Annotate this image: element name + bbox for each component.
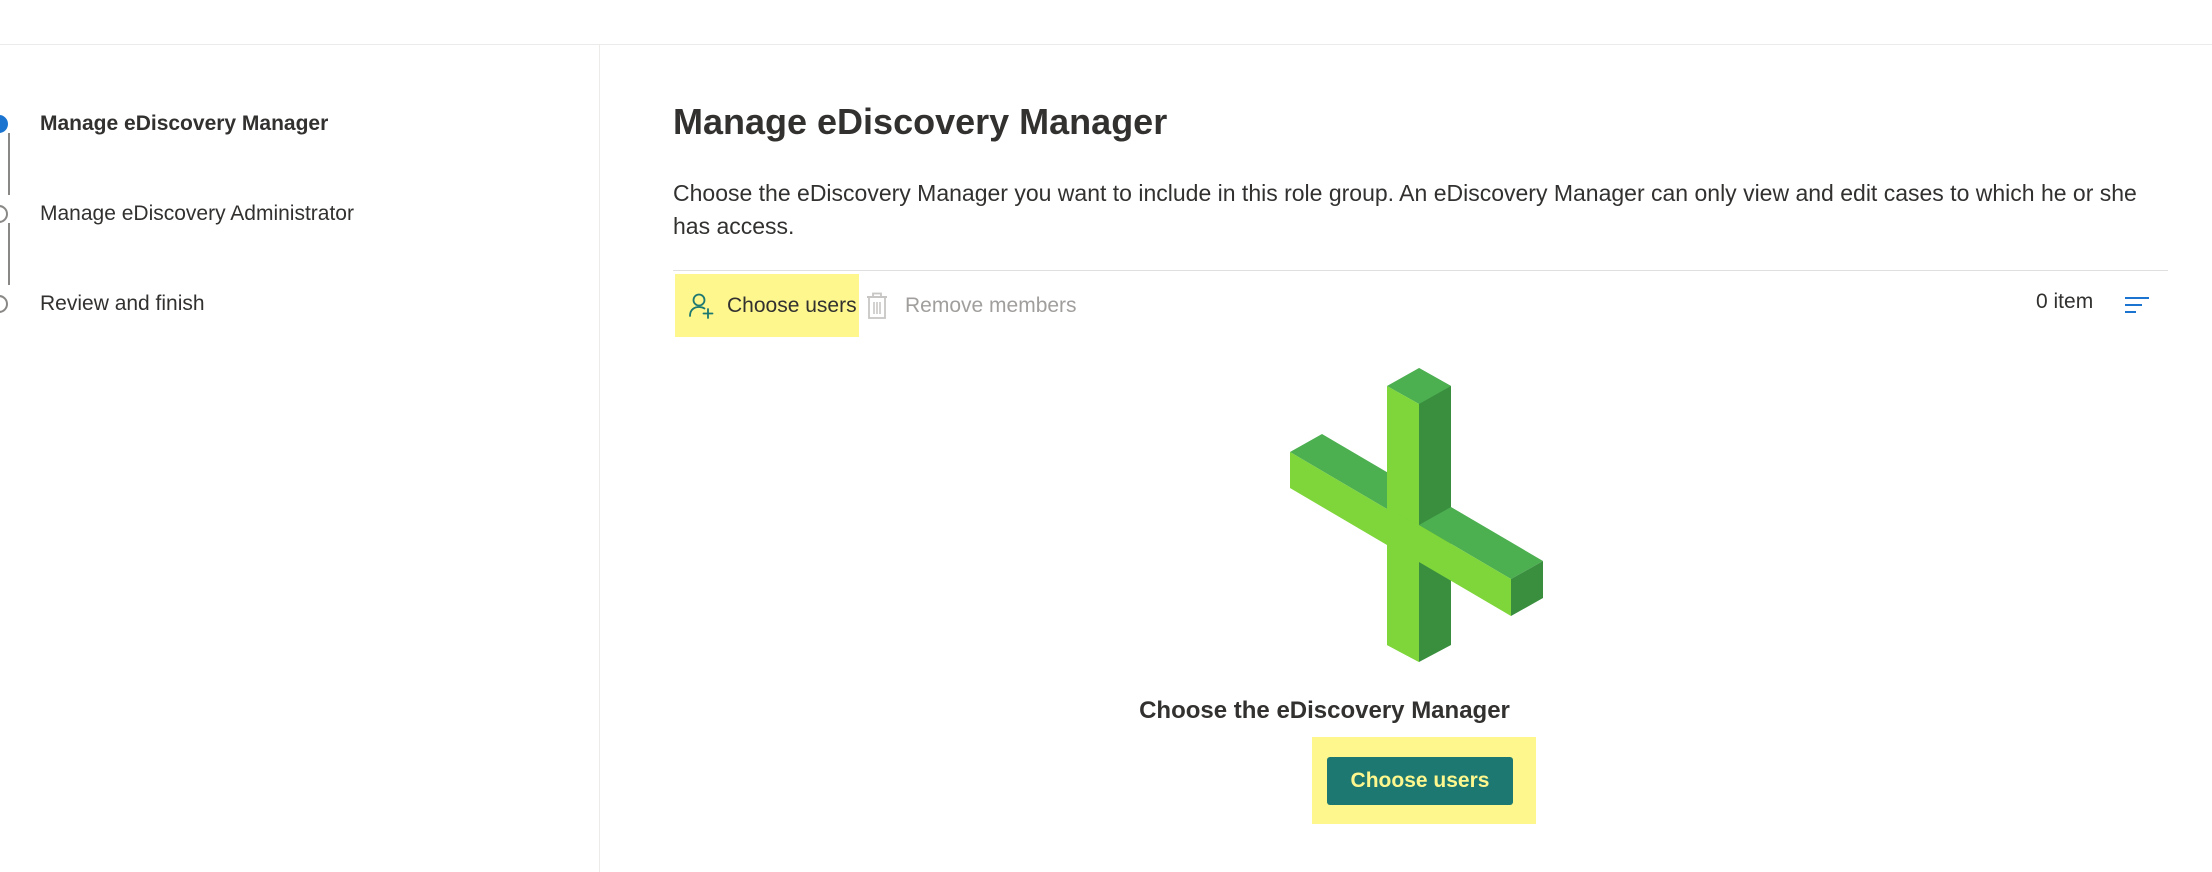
add-person-icon	[689, 293, 714, 319]
choose-users-button[interactable]: Choose users	[1327, 757, 1513, 805]
step-current-indicator	[0, 115, 8, 133]
remove-members-button[interactable]: Remove members	[865, 274, 1077, 337]
step-connector	[8, 133, 10, 195]
step-pending-indicator	[0, 295, 8, 313]
step-label: Manage eDiscovery Administrator	[40, 202, 354, 225]
empty-state-title: Choose the eDiscovery Manager	[1139, 697, 1510, 724]
step-label: Manage eDiscovery Manager	[40, 112, 329, 135]
item-count: 0 item	[2036, 290, 2094, 313]
divider	[673, 270, 2168, 271]
top-bar	[0, 0, 2212, 45]
step-pending-indicator	[0, 205, 8, 223]
trash-icon	[867, 292, 887, 319]
sort-lines-icon[interactable]	[2123, 293, 2151, 317]
wizard-steps-panel: Manage eDiscovery Manager Manage eDiscov…	[0, 45, 600, 872]
page-title: Manage eDiscovery Manager	[673, 101, 1168, 142]
step-connector	[8, 223, 10, 285]
step-label: Review and finish	[40, 292, 205, 315]
remove-members-label: Remove members	[905, 293, 1077, 317]
page-description: Choose the eDiscovery Manager you want t…	[673, 180, 2137, 239]
choose-users-highlight: Choose users	[1312, 737, 1536, 824]
choose-users-label: Choose users	[727, 293, 857, 317]
choose-users-toolbar-button[interactable]: Choose users	[675, 274, 859, 337]
green-plus-3d-icon	[1290, 368, 1543, 662]
